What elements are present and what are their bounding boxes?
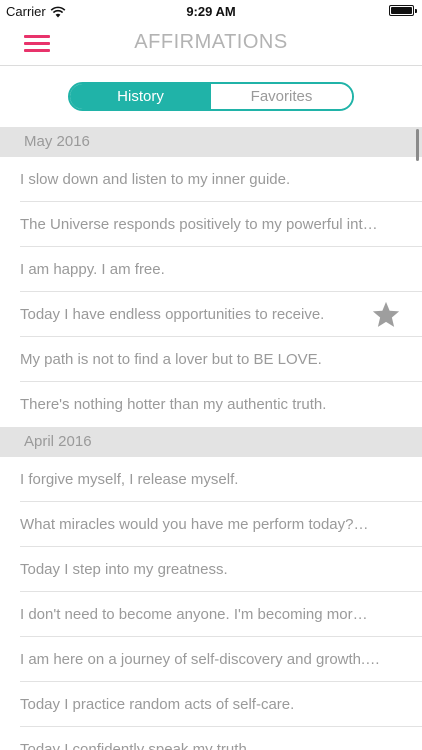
clock: 9:29 AM xyxy=(186,4,236,19)
navigation-bar: AFFIRMATIONS xyxy=(0,22,422,66)
affirmation-text: Today I step into my greatness. xyxy=(20,561,228,578)
section-header: May 2016 xyxy=(0,127,422,157)
affirmation-text: I forgive myself, I release myself. xyxy=(20,471,239,488)
affirmation-row[interactable]: Today I confidently speak my truth. xyxy=(0,727,422,750)
page-title: AFFIRMATIONS xyxy=(134,31,288,53)
affirmation-text: Today I confidently speak my truth. xyxy=(20,741,251,750)
affirmation-row[interactable]: I am happy. I am free. xyxy=(20,247,422,292)
battery-icon xyxy=(389,5,417,16)
affirmation-row[interactable]: There's nothing hotter than my authentic… xyxy=(0,382,422,427)
status-bar: Carrier 9:29 AM xyxy=(0,0,422,22)
affirmation-row[interactable]: The Universe responds positively to my p… xyxy=(20,202,422,247)
affirmation-row[interactable]: What miracles would you have me perform … xyxy=(20,502,422,547)
affirmation-row[interactable]: I forgive myself, I release myself. xyxy=(20,457,422,502)
tab-history[interactable]: History xyxy=(70,84,211,109)
affirmation-text: There's nothing hotter than my authentic… xyxy=(20,396,327,413)
affirmation-row[interactable]: My path is not to find a lover but to BE… xyxy=(20,337,422,382)
affirmation-text: Today I have endless opportunities to re… xyxy=(20,306,325,323)
affirmation-text: I slow down and listen to my inner guide… xyxy=(20,171,291,188)
section-header: April 2016 xyxy=(0,427,422,457)
scroll-indicator xyxy=(416,129,419,161)
affirmation-list[interactable]: May 2016 I slow down and listen to my inn… xyxy=(0,127,422,750)
affirmation-text: I am happy. I am free. xyxy=(20,261,165,278)
affirmation-row[interactable]: Today I step into my greatness. xyxy=(20,547,422,592)
affirmation-text: I am here on a journey of self-discovery… xyxy=(20,651,381,668)
affirmation-text: My path is not to find a lover but to BE… xyxy=(20,351,322,368)
history-favorites-switch: History Favorites xyxy=(68,82,354,111)
affirmation-row[interactable]: Today I have endless opportunities to re… xyxy=(20,292,422,337)
affirmation-text: I don't need to become anyone. I'm becom… xyxy=(20,606,368,623)
affirmation-row[interactable]: I slow down and listen to my inner guide… xyxy=(20,157,422,202)
affirmation-text: The Universe responds positively to my p… xyxy=(20,216,378,233)
affirmation-row[interactable]: I don't need to become anyone. I'm becom… xyxy=(20,592,422,637)
affirmation-text: What miracles would you have me perform … xyxy=(20,516,369,533)
affirmation-row[interactable]: Today I practice random acts of self-car… xyxy=(20,682,422,727)
tab-favorites[interactable]: Favorites xyxy=(211,84,352,109)
affirmation-text: Today I practice random acts of self-car… xyxy=(20,696,295,713)
affirmation-row[interactable]: I am here on a journey of self-discovery… xyxy=(20,637,422,682)
favorite-star-icon[interactable] xyxy=(370,300,402,330)
